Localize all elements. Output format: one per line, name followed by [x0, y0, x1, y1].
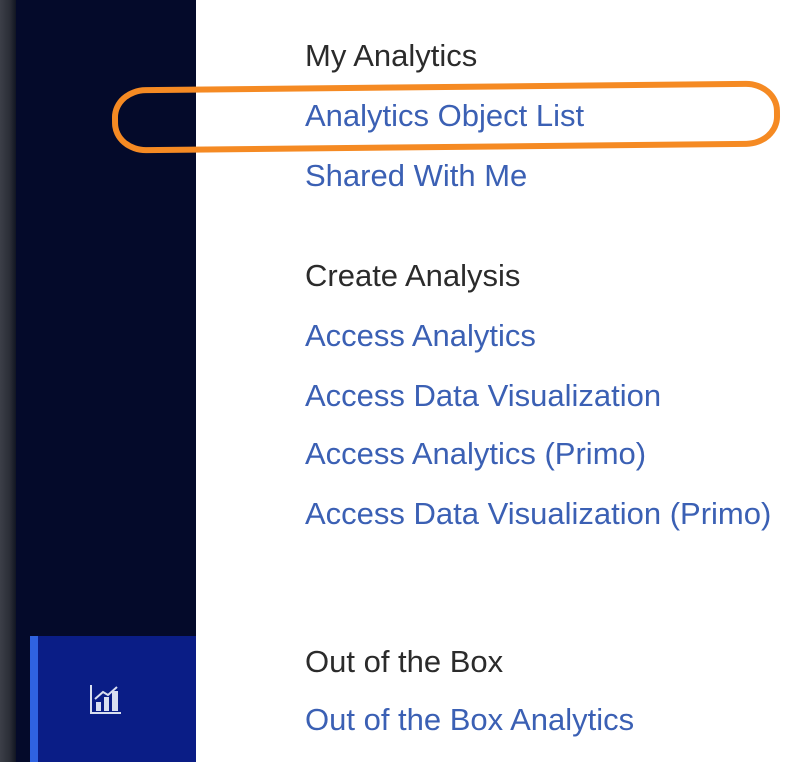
link-analytics-object-list[interactable]: Analytics Object List [305, 98, 584, 134]
link-access-analytics[interactable]: Access Analytics [305, 318, 536, 354]
nav-rail-edge [0, 0, 16, 762]
nav-item-active-indicator [30, 636, 38, 762]
analytics-menu-screen: My Analytics Analytics Object List Share… [0, 0, 790, 762]
section-title-create-analysis: Create Analysis [305, 258, 521, 293]
link-shared-with-me[interactable]: Shared With Me [305, 158, 527, 194]
link-access-data-visualization[interactable]: Access Data Visualization [305, 378, 661, 414]
analytics-chart-icon [90, 685, 121, 714]
section-title-out-of-the-box: Out of the Box [305, 644, 504, 679]
link-access-analytics-primo[interactable]: Access Analytics (Primo) [305, 436, 646, 472]
section-title-my-analytics: My Analytics [305, 38, 478, 73]
link-access-data-visualization-primo[interactable]: Access Data Visualization (Primo) [305, 492, 775, 536]
link-out-of-the-box-analytics[interactable]: Out of the Box Analytics [305, 702, 634, 738]
